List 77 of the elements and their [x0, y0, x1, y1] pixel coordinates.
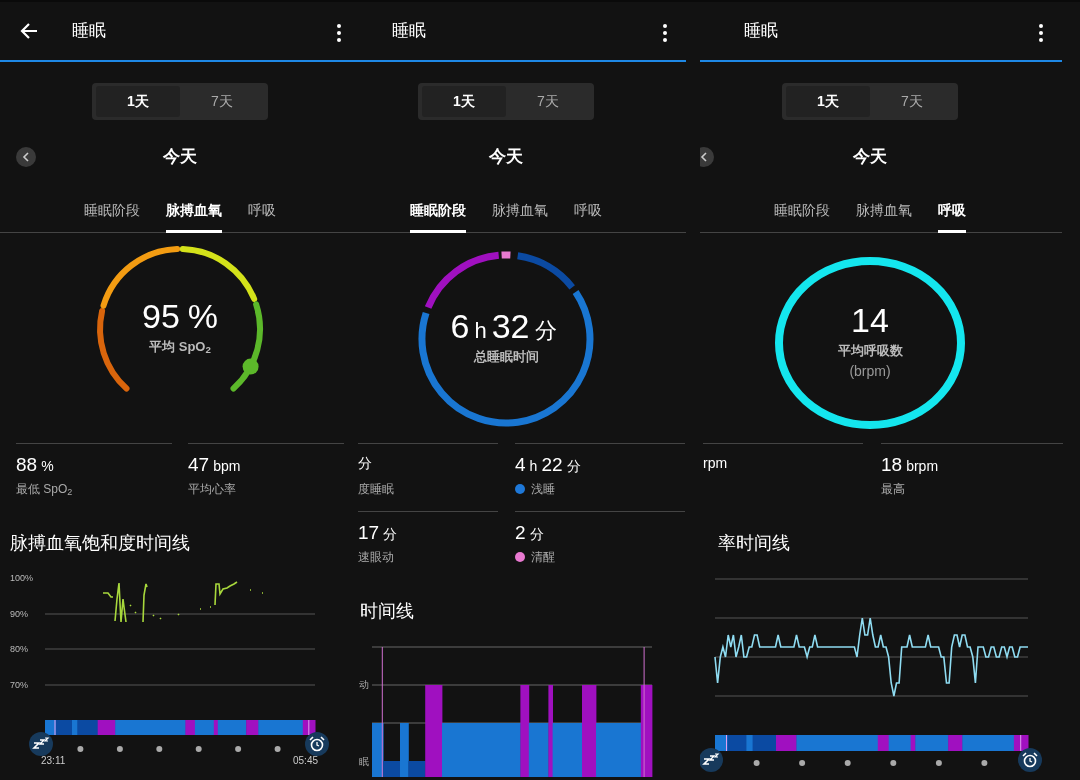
stat-value: 2 分 — [515, 521, 545, 545]
date-label: 今天 — [853, 146, 887, 169]
summary-label: 平均呼吸数 — [837, 343, 903, 360]
summary-value: 6 h 32 分 — [450, 309, 558, 343]
timeline-dot — [274, 746, 281, 752]
timeline-dot — [156, 746, 163, 752]
time-label: 05:45 — [293, 755, 319, 766]
more-options-icon[interactable] — [1038, 24, 1044, 42]
stat-label: 最高 — [881, 481, 905, 498]
stat-label: 最低 SpO$_{2}$ — [16, 481, 73, 498]
metric-tab[interactable]: 脉搏血氧 — [856, 189, 912, 233]
metric-tab[interactable]: 脉搏血氧 — [492, 189, 548, 233]
timeline-dot — [116, 746, 123, 752]
chart-title: 脉搏血氧饱和度时间线 — [10, 533, 190, 553]
stat-value: 17 分 — [358, 521, 399, 545]
metric-tab[interactable]: 呼吸 — [574, 189, 602, 233]
alarm-clock-icon — [305, 732, 329, 756]
metric-tab[interactable]: 睡眠阶段 — [84, 189, 140, 233]
timeline-dot — [935, 760, 942, 766]
stat-label: 浅睡 — [531, 481, 555, 498]
sleep-icon — [700, 748, 723, 772]
stat-label: 平均心率 — [188, 481, 236, 498]
range-tab[interactable]: 1天 — [422, 86, 506, 117]
time-label: 23:11 — [41, 755, 66, 766]
metric-tab[interactable]: 呼吸 — [938, 189, 966, 233]
date-label: 今天 — [163, 146, 197, 169]
range-tab[interactable]: 7天 — [870, 86, 954, 117]
chevron-left-icon — [22, 152, 30, 162]
range-tab[interactable]: 7天 — [180, 86, 264, 117]
previous-day-button[interactable] — [16, 147, 36, 167]
screen-title: 睡眠 — [392, 20, 426, 43]
alarm-clock-icon — [1018, 748, 1042, 772]
chart-title: 率时间线 — [718, 533, 790, 553]
stat-label: 速眼动 — [358, 549, 394, 566]
stat-value: 47 bpm — [188, 453, 242, 477]
previous-day-button[interactable] — [700, 147, 714, 167]
stat-label: 度睡眠 — [358, 481, 394, 498]
timeline-dot — [844, 760, 851, 766]
timeline-dot — [799, 760, 806, 766]
summary-label: 总睡眠时间 — [473, 349, 539, 366]
metric-tab[interactable]: 睡眠阶段 — [410, 189, 466, 233]
stat-value: 18 brpm — [881, 453, 940, 477]
axis-label: 70% — [10, 680, 28, 690]
stat-label: 清醒 — [531, 549, 555, 566]
more-options-icon[interactable] — [662, 24, 668, 42]
range-tab[interactable]: 1天 — [96, 86, 180, 117]
timeline-dot — [195, 746, 202, 752]
summary-unit: (brpm) — [849, 362, 891, 382]
stat-value: 4 h 22 分 — [515, 453, 582, 477]
axis-label: 100% — [10, 573, 34, 583]
sleep-icon — [29, 732, 53, 756]
chart-title: 时间线 — [360, 601, 414, 621]
date-label: 今天 — [489, 146, 523, 169]
summary-value: 95 % — [141, 299, 219, 333]
stat-value: rpm — [703, 454, 729, 473]
metric-tab[interactable]: 脉搏血氧 — [166, 189, 222, 233]
more-options-icon[interactable] — [336, 24, 342, 42]
timeline-dot — [77, 746, 84, 752]
metric-tab[interactable]: 睡眠阶段 — [774, 189, 830, 233]
timeline-dot — [235, 746, 242, 752]
stat-value: 88 % — [16, 453, 55, 477]
range-tab[interactable]: 1天 — [786, 86, 870, 117]
metric-tab[interactable]: 呼吸 — [248, 189, 276, 233]
axis-label: 80% — [10, 644, 28, 654]
timeline-dot — [753, 760, 760, 766]
summary-label: 平均 SpO$_{2}$ — [149, 339, 211, 356]
timeline-dot — [890, 760, 897, 766]
timeline-dot — [981, 760, 988, 766]
chevron-left-icon — [700, 152, 708, 162]
axis-label: 眠 — [359, 756, 369, 767]
stat-value: 分 — [358, 454, 373, 473]
screen-title: 睡眠 — [72, 20, 106, 43]
axis-label: 90% — [10, 609, 28, 619]
summary-value: 14 — [851, 303, 889, 337]
axis-label: 动 — [359, 679, 369, 690]
screen-title: 睡眠 — [744, 20, 778, 43]
range-tab[interactable]: 7天 — [506, 86, 590, 117]
